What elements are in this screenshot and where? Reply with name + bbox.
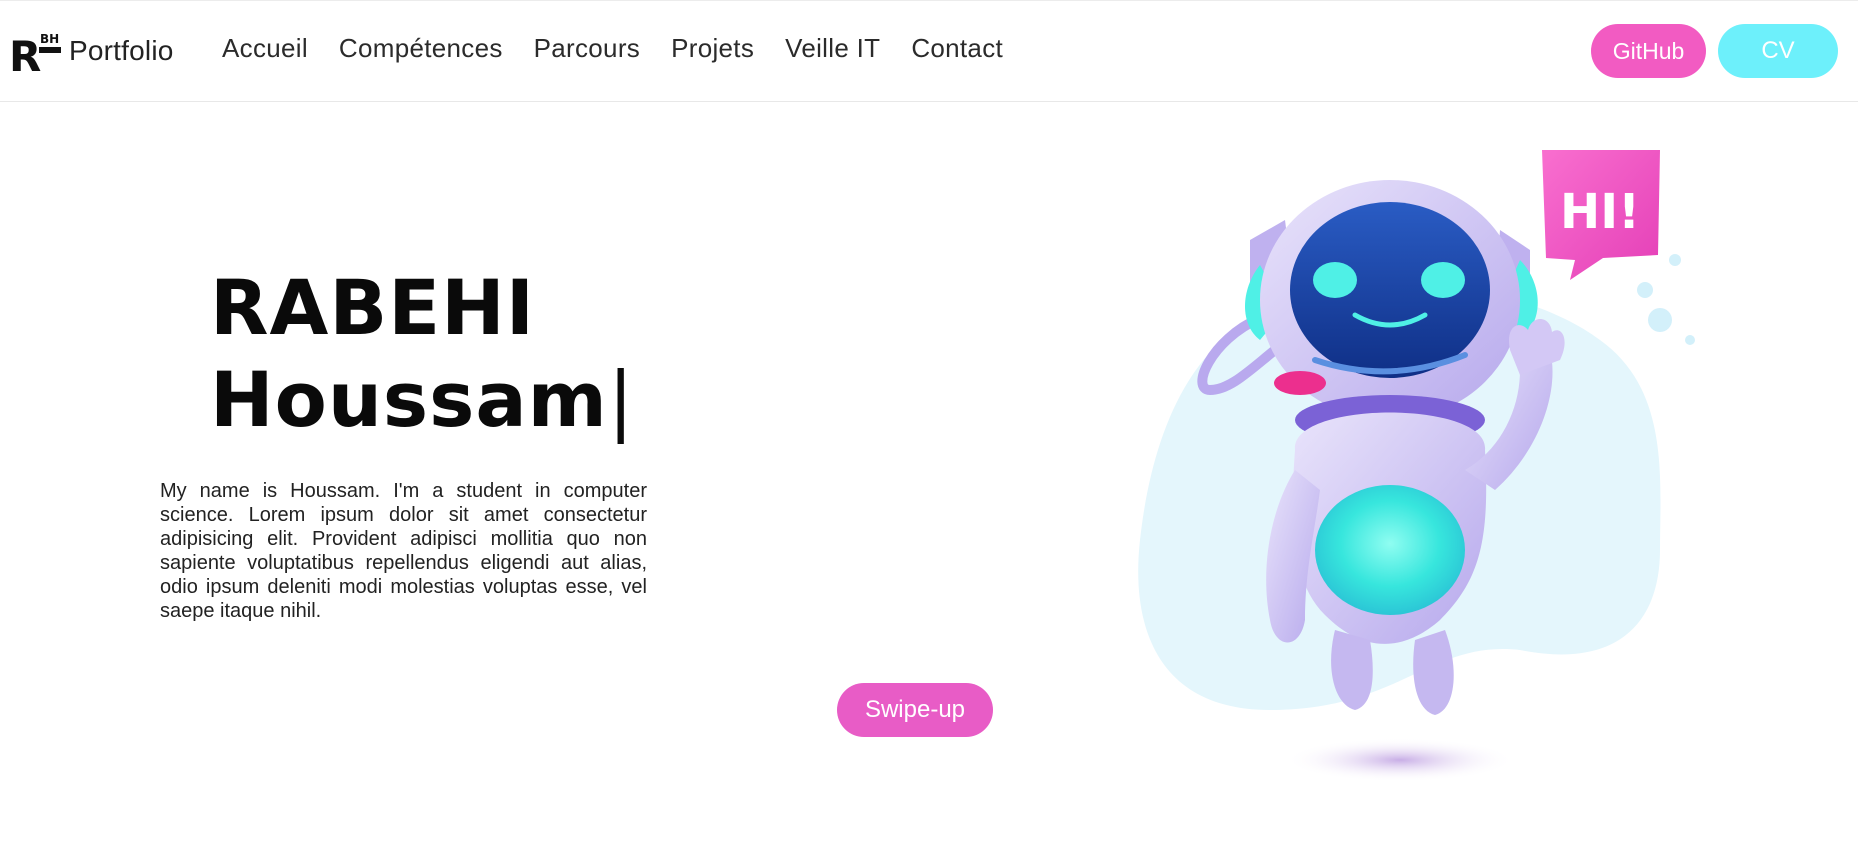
hero-name-last: Houssam [210,355,608,444]
hero-description: My name is Houssam. I'm a student in com… [160,480,647,622]
robot-mic [1274,371,1326,395]
brand-home-link[interactable]: R BH Portfolio [9,27,174,75]
nav-link-competences[interactable]: Compétences [339,33,503,64]
nav-link-parcours[interactable]: Parcours [534,33,640,64]
robot-shadow [1285,738,1515,782]
swipe-up-button[interactable]: Swipe-up [837,683,993,737]
main-nav: Accueil Compétences Parcours Projets Vei… [222,33,1034,64]
robot-belly [1315,485,1465,615]
hi-bubble-text: HI! [1560,184,1640,240]
nav-link-accueil[interactable]: Accueil [222,33,308,64]
brand-logo-letter: R [9,32,41,75]
cv-button[interactable]: CV [1718,24,1838,78]
nav-link-contact[interactable]: Contact [911,33,1003,64]
hero-name-heading: RABEHI Houssam| [210,262,710,446]
brand-logo-small: BH [40,32,59,46]
hero-name-first: RABEHI [210,263,536,352]
github-button[interactable]: GitHub [1591,24,1706,78]
brand-label: Portfolio [69,35,174,66]
nav-link-veille-it[interactable]: Veille IT [785,33,880,64]
nav-link-projets[interactable]: Projets [671,33,754,64]
brand-logo-icon: R BH [9,32,61,75]
robot-illustration: HI! [1138,150,1695,782]
top-navbar: R BH Portfolio Accueil Compétences Parco… [0,0,1858,102]
typing-caret: | [607,355,635,444]
